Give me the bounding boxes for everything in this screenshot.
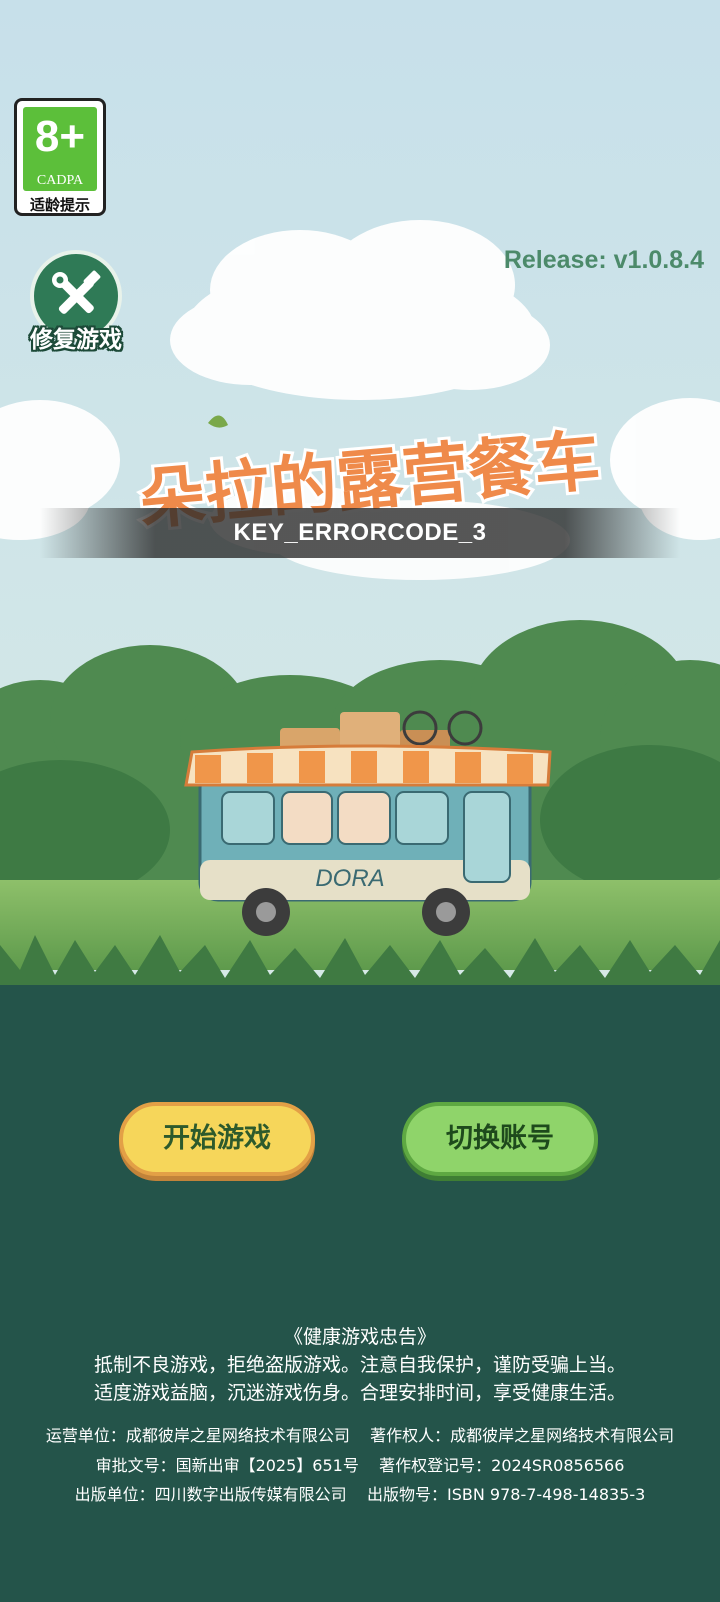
health-notice-line: 抵制不良游戏，拒绝盗版游戏。注意自我保护，谨防受骗上当。 xyxy=(93,1354,626,1376)
age-rating-number: 8+ xyxy=(34,112,86,161)
leaf-icon xyxy=(208,415,228,428)
publisher-info-line: 审批文号：国新出审【2025】651号 著作权登记号：2024SR0856566 xyxy=(95,1456,625,1475)
publisher-info-line: 运营单位：成都彼岸之星网络技术有限公司 著作权人：成都彼岸之星网络技术有限公司 xyxy=(45,1426,675,1445)
repair-game-label: 修复游戏 xyxy=(30,327,122,353)
release-version: Release: v1.0.8.4 xyxy=(503,246,704,274)
repair-game-button[interactable]: 修复游戏 xyxy=(18,250,134,362)
health-notice-line: 适度游戏益脑，沉迷游戏伤身。合理安排时间，享受健康生活。 xyxy=(93,1382,626,1404)
age-rating-label: 适龄提示 xyxy=(29,196,90,214)
error-message: KEY_ERRORCODE_3 xyxy=(233,519,487,546)
publisher-info-line: 出版单位：四川数字出版传媒有限公司 出版物号：ISBN 978-7-498-14… xyxy=(74,1485,646,1504)
start-game-button[interactable]: 开始游戏 xyxy=(119,1102,315,1176)
bus-label: DORA xyxy=(315,865,384,892)
health-notice-title: 《健康游戏忠告》 xyxy=(283,1326,436,1348)
wrench-hammer-icon xyxy=(52,270,101,314)
switch-account-button[interactable]: 切换账号 xyxy=(402,1102,598,1176)
age-rating-panel: 8+ CADPA xyxy=(23,107,97,191)
age-rating-org: CADPA xyxy=(36,173,84,188)
age-rating-badge: 8+ CADPA 适龄提示 xyxy=(14,98,106,216)
